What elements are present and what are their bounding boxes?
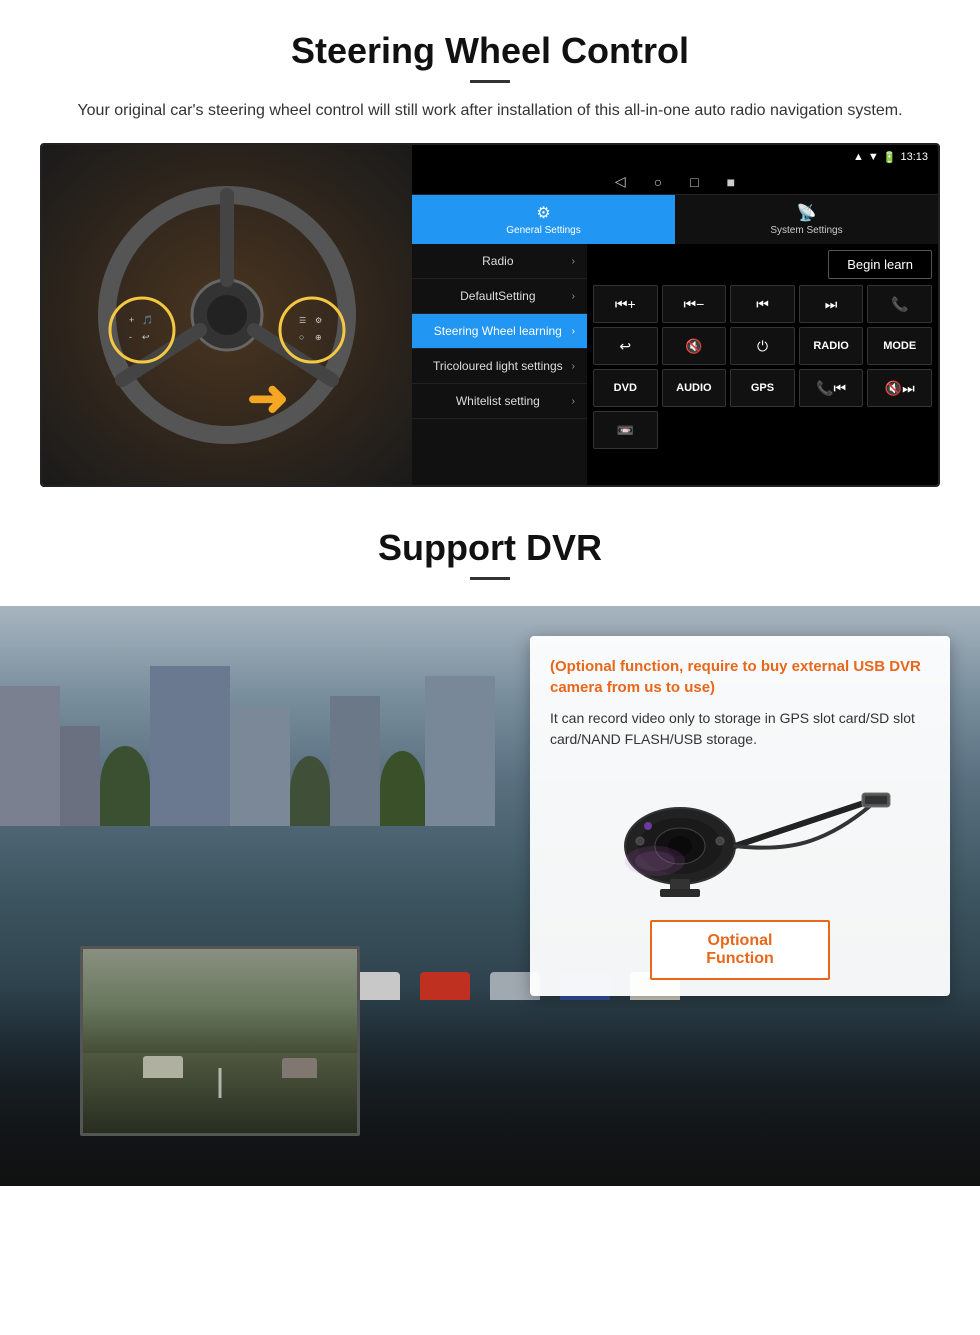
dvr-camera-image [550,766,930,906]
steering-wheel-icon: + 🎵 - ↩ ☰ ⚙ ○ ⊕ ➜ [87,175,367,455]
nav-back[interactable]: ◁ [615,173,626,190]
svg-text:⚙: ⚙ [315,316,322,325]
dvr-title: Support DVR [0,527,980,569]
chevron-right-icon: › [572,326,575,337]
ctrl-vol-up[interactable]: ⏮+ [593,285,658,323]
ctrl-mute[interactable]: 🔇 [662,327,727,365]
status-signal: ▲ [853,151,864,163]
tab-general-settings[interactable]: ⚙ General Settings [412,195,675,244]
dvr-optional-notice: (Optional function, require to buy exter… [550,656,930,698]
right-control-pane: Begin learn ⏮+ ⏮− ⏮ ⏭ 📞 ↩ 🔇 ⏻ RADIO MODE [587,244,938,485]
status-bar: ▲ ▼ 🔋 13:13 [412,145,938,169]
svg-text:🎵: 🎵 [142,315,153,325]
dvr-description: It can record video only to storage in G… [550,708,930,750]
dvr-background: (Optional function, require to buy exter… [0,606,980,1186]
tab-system-label: System Settings [770,225,842,236]
svg-text:+: + [129,315,134,325]
dvr-camera-svg [580,771,900,901]
begin-learn-button[interactable]: Begin learn [828,250,932,279]
chevron-right-icon: › [572,396,575,407]
svg-text:➜: ➜ [247,370,289,426]
dvr-title-divider [470,577,510,580]
tabs-row: ⚙ General Settings 📡 System Settings [412,195,938,244]
steering-photo: + 🎵 - ↩ ☰ ⚙ ○ ⊕ ➜ [42,145,412,485]
menu-item-steering-wheel[interactable]: Steering Wheel learning › [412,314,587,349]
menu-list: Radio › DefaultSetting › Steering Wheel … [412,244,587,485]
system-icon: 📡 [797,203,817,223]
begin-learn-row: Begin learn [593,250,932,279]
nav-home[interactable]: ○ [654,174,662,190]
chevron-right-icon: › [572,256,575,267]
ctrl-radio[interactable]: RADIO [799,327,864,365]
ctrl-dvd[interactable]: DVD [593,369,658,407]
page-title: Steering Wheel Control [40,30,940,72]
menu-item-tricoloured[interactable]: Tricoloured light settings › [412,349,587,384]
chevron-right-icon: › [572,291,575,302]
optional-function-button[interactable]: Optional Function [650,920,830,980]
ctrl-call[interactable]: 📞 [867,285,932,323]
svg-text:↩: ↩ [142,332,150,342]
tab-system-settings[interactable]: 📡 System Settings [675,195,938,244]
car-2 [420,972,470,1000]
status-wifi: ▼ [868,151,879,163]
dvr-section: Support DVR [0,507,980,1186]
menu-item-radio[interactable]: Radio › [412,244,587,279]
menu-item-whitelist[interactable]: Whitelist setting › [412,384,587,419]
ctrl-mute-next[interactable]: 🔇⏭ [867,369,932,407]
android-panel: ▲ ▼ 🔋 13:13 ◁ ○ □ ■ ⚙ General Settings 📡 [412,145,938,485]
svg-text:☰: ☰ [299,316,306,325]
control-grid: ⏮+ ⏮− ⏮ ⏭ 📞 ↩ 🔇 ⏻ RADIO MODE DVD AUDIO G… [593,285,932,449]
ctrl-back[interactable]: ↩ [593,327,658,365]
svg-text:⊕: ⊕ [315,333,322,342]
ctrl-mode[interactable]: MODE [867,327,932,365]
steering-section: Steering Wheel Control Your original car… [0,0,980,487]
android-ui-mock: + 🎵 - ↩ ☰ ⚙ ○ ⊕ ➜ ▲ [40,143,940,487]
title-divider [470,80,510,83]
dvr-header: Support DVR [0,507,980,606]
ctrl-next[interactable]: ⏭ [799,285,864,323]
menu-item-default-setting[interactable]: DefaultSetting › [412,279,587,314]
nav-recents[interactable]: □ [690,174,698,190]
dvr-info-card: (Optional function, require to buy exter… [530,636,950,996]
svg-text:○: ○ [299,332,304,342]
chevron-right-icon: › [572,361,575,372]
ctrl-gps[interactable]: GPS [730,369,795,407]
gear-icon: ⚙ [536,203,550,223]
dvr-preview-thumbnail [80,946,360,1136]
steering-description: Your original car's steering wheel contr… [60,99,920,123]
status-battery: 🔋 [883,151,897,164]
ctrl-call-prev[interactable]: 📞⏮ [799,369,864,407]
tab-general-label: General Settings [506,225,581,236]
svg-text:-: - [129,332,132,342]
ctrl-audio[interactable]: AUDIO [662,369,727,407]
content-area: Radio › DefaultSetting › Steering Wheel … [412,244,938,485]
ctrl-vol-down[interactable]: ⏮− [662,285,727,323]
ctrl-power[interactable]: ⏻ [730,327,795,365]
status-time: 13:13 [900,151,928,163]
nav-menu[interactable]: ■ [727,174,735,190]
ctrl-dvr[interactable]: 📼 [593,411,658,449]
ctrl-prev[interactable]: ⏮ [730,285,795,323]
android-nav-bar: ◁ ○ □ ■ [412,169,938,195]
